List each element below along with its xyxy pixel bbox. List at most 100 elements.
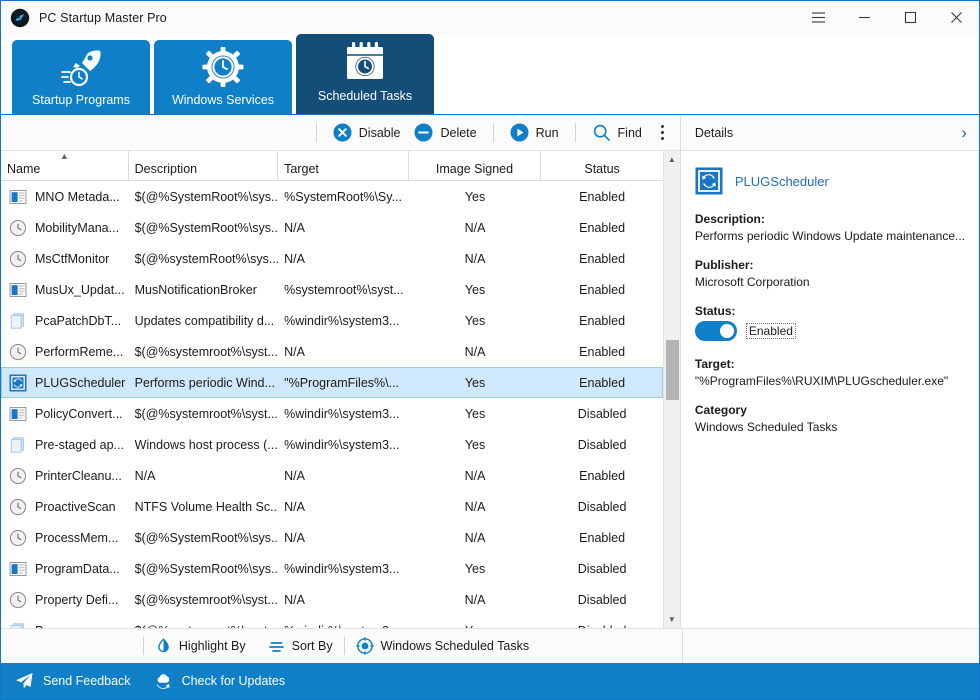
app-logo-icon [10, 8, 30, 28]
title-bar: PC Startup Master Pro [1, 1, 979, 34]
tab-label: Scheduled Tasks [318, 90, 412, 105]
clock-icon [9, 219, 27, 237]
scroll-up-button[interactable]: ▲ [664, 151, 680, 168]
table-row[interactable]: ProcessMem...$(@%SystemRoot%\sys...N/AN/… [1, 522, 663, 553]
play-icon [510, 123, 529, 142]
run-button[interactable]: Run [503, 118, 566, 148]
scroll-down-button[interactable]: ▼ [664, 611, 680, 628]
cell-name: PolicyConvert... [1, 405, 129, 423]
table-row[interactable]: PLUGSchedulerPerforms periodic Wind..."%… [1, 367, 663, 398]
cell-name: PrinterCleanu... [1, 467, 129, 485]
application-window: PC Startup Master Pro [0, 0, 980, 700]
gear-clock-icon [201, 40, 245, 94]
sort-icon [268, 638, 285, 655]
table-row[interactable]: Pre-staged ap...Windows host process (..… [1, 429, 663, 460]
cell-target: %windir%\system3... [278, 624, 409, 629]
cell-image-signed: N/A [409, 593, 542, 607]
vertical-scrollbar[interactable]: ▲ ▼ [663, 151, 680, 628]
run-label: Run [536, 126, 559, 140]
column-label: Target [284, 162, 319, 176]
clock-icon [9, 498, 27, 516]
send-feedback-label: Send Feedback [43, 674, 131, 688]
cell-description: Performs periodic Wind... [129, 376, 279, 390]
cell-description: $(@%SystemRoot%\sys... [129, 190, 279, 204]
sort-by-button[interactable]: Sort By [257, 632, 344, 660]
category-filter-button[interactable]: Windows Scheduled Tasks [345, 632, 540, 660]
status-bar-right [682, 629, 979, 663]
row-name-label: ProgramData... [35, 562, 120, 576]
clock-icon [9, 250, 27, 268]
table-row[interactable]: ProactiveScanNTFS Volume Health Sc...N/A… [1, 491, 663, 522]
cell-status: Enabled [541, 252, 663, 266]
cell-image-signed: N/A [409, 221, 542, 235]
tab-windows-services[interactable]: Windows Services [154, 40, 292, 114]
window-icon [9, 281, 27, 299]
table-row[interactable]: MNO Metada...$(@%SystemRoot%\sys...%Syst… [1, 181, 663, 212]
cell-name: PLUGScheduler [1, 374, 129, 392]
highlight-by-button[interactable]: Highlight By [144, 632, 257, 660]
table-row[interactable]: Proxy$(@%systemroot%\syst...%windir%\sys… [1, 615, 663, 628]
table-header-row: ▲ Name Description Target Image Signed [1, 151, 663, 181]
table-row[interactable]: PrinterCleanu...N/AN/AN/AEnabled [1, 460, 663, 491]
cloud-refresh-icon [153, 671, 173, 691]
cell-image-signed: N/A [409, 531, 542, 545]
table-row[interactable]: Property Defi... $(@%systemroot%\syst... N… [1, 584, 663, 615]
cell-target: N/A [278, 252, 409, 266]
cell-image-signed: N/A [409, 469, 542, 483]
hamburger-menu-icon[interactable] [795, 1, 841, 34]
disable-button[interactable]: Disable [326, 118, 408, 148]
table-row[interactable]: MobilityMana...$(@%SystemRoot%\sys...N/A… [1, 212, 663, 243]
close-icon[interactable] [933, 1, 979, 34]
tab-strip: Startup Programs [1, 34, 979, 114]
cell-description: $(@%systemroot%\syst... [129, 624, 279, 629]
scrollbar-track[interactable] [664, 168, 680, 611]
description-label: Description: [695, 212, 965, 226]
scrollbar-thumb[interactable] [666, 340, 679, 400]
column-header-status[interactable]: Status [541, 151, 663, 180]
column-label: Description [135, 162, 198, 176]
row-name-label: Property Defi... [35, 593, 118, 607]
table-row[interactable]: PolicyConvert...$(@%systemroot%\syst...%… [1, 398, 663, 429]
table-body[interactable]: MNO Metada...$(@%SystemRoot%\sys...%Syst… [1, 181, 663, 628]
toolbar-divider [493, 123, 494, 142]
check-updates-button[interactable]: Check for Updates [153, 671, 286, 691]
table-row[interactable]: MusUx_Updat...MusNotificationBroker%syst… [1, 274, 663, 305]
table-row[interactable]: PerformReme...$(@%systemroot%\syst...N/A… [1, 336, 663, 367]
clock-icon [9, 591, 27, 609]
minimize-icon[interactable] [841, 1, 887, 34]
row-name-label: MusUx_Updat... [35, 283, 125, 297]
cell-status: Enabled [541, 283, 663, 297]
tab-startup-programs[interactable]: Startup Programs [12, 40, 150, 114]
column-header-description[interactable]: Description [129, 151, 279, 180]
column-header-target[interactable]: Target [278, 151, 409, 180]
details-content: PLUGScheduler Description: Performs peri… [681, 151, 979, 628]
cell-name: MNO Metada... [1, 188, 129, 206]
table-row[interactable]: ProgramData...$(@%SystemRoot%\sys...%win… [1, 553, 663, 584]
status-toggle[interactable] [695, 321, 737, 341]
cell-name: ProgramData... [1, 560, 129, 578]
column-header-name[interactable]: ▲ Name [1, 151, 129, 180]
sort-by-label: Sort By [292, 639, 333, 653]
cell-status: Disabled [541, 562, 663, 576]
search-icon [592, 123, 611, 142]
find-button[interactable]: Find [585, 118, 649, 148]
status-label: Status: [695, 304, 965, 318]
cell-description: $(@%systemroot%\syst... [129, 593, 279, 607]
table-row[interactable]: PcaPatchDbT...Updates compatibility d...… [1, 305, 663, 336]
more-options-icon[interactable] [652, 118, 674, 148]
table-row[interactable]: MsCtfMonitor$(@%systemRoot%\sys...N/AN/A… [1, 243, 663, 274]
refresh-icon [9, 374, 27, 392]
send-feedback-button[interactable]: Send Feedback [14, 671, 131, 691]
cell-image-signed: Yes [409, 438, 542, 452]
tab-scheduled-tasks[interactable]: Scheduled Tasks [296, 34, 434, 114]
column-header-image-signed[interactable]: Image Signed [409, 151, 542, 180]
cell-status: Enabled [541, 345, 663, 359]
refresh-icon [695, 167, 723, 195]
chevron-right-icon[interactable]: › [961, 124, 967, 141]
clock-icon [9, 343, 27, 361]
cell-image-signed: N/A [409, 345, 542, 359]
maximize-icon[interactable] [887, 1, 933, 34]
row-name-label: MNO Metada... [35, 190, 120, 204]
cell-image-signed: Yes [409, 314, 542, 328]
delete-button[interactable]: Delete [407, 118, 483, 148]
